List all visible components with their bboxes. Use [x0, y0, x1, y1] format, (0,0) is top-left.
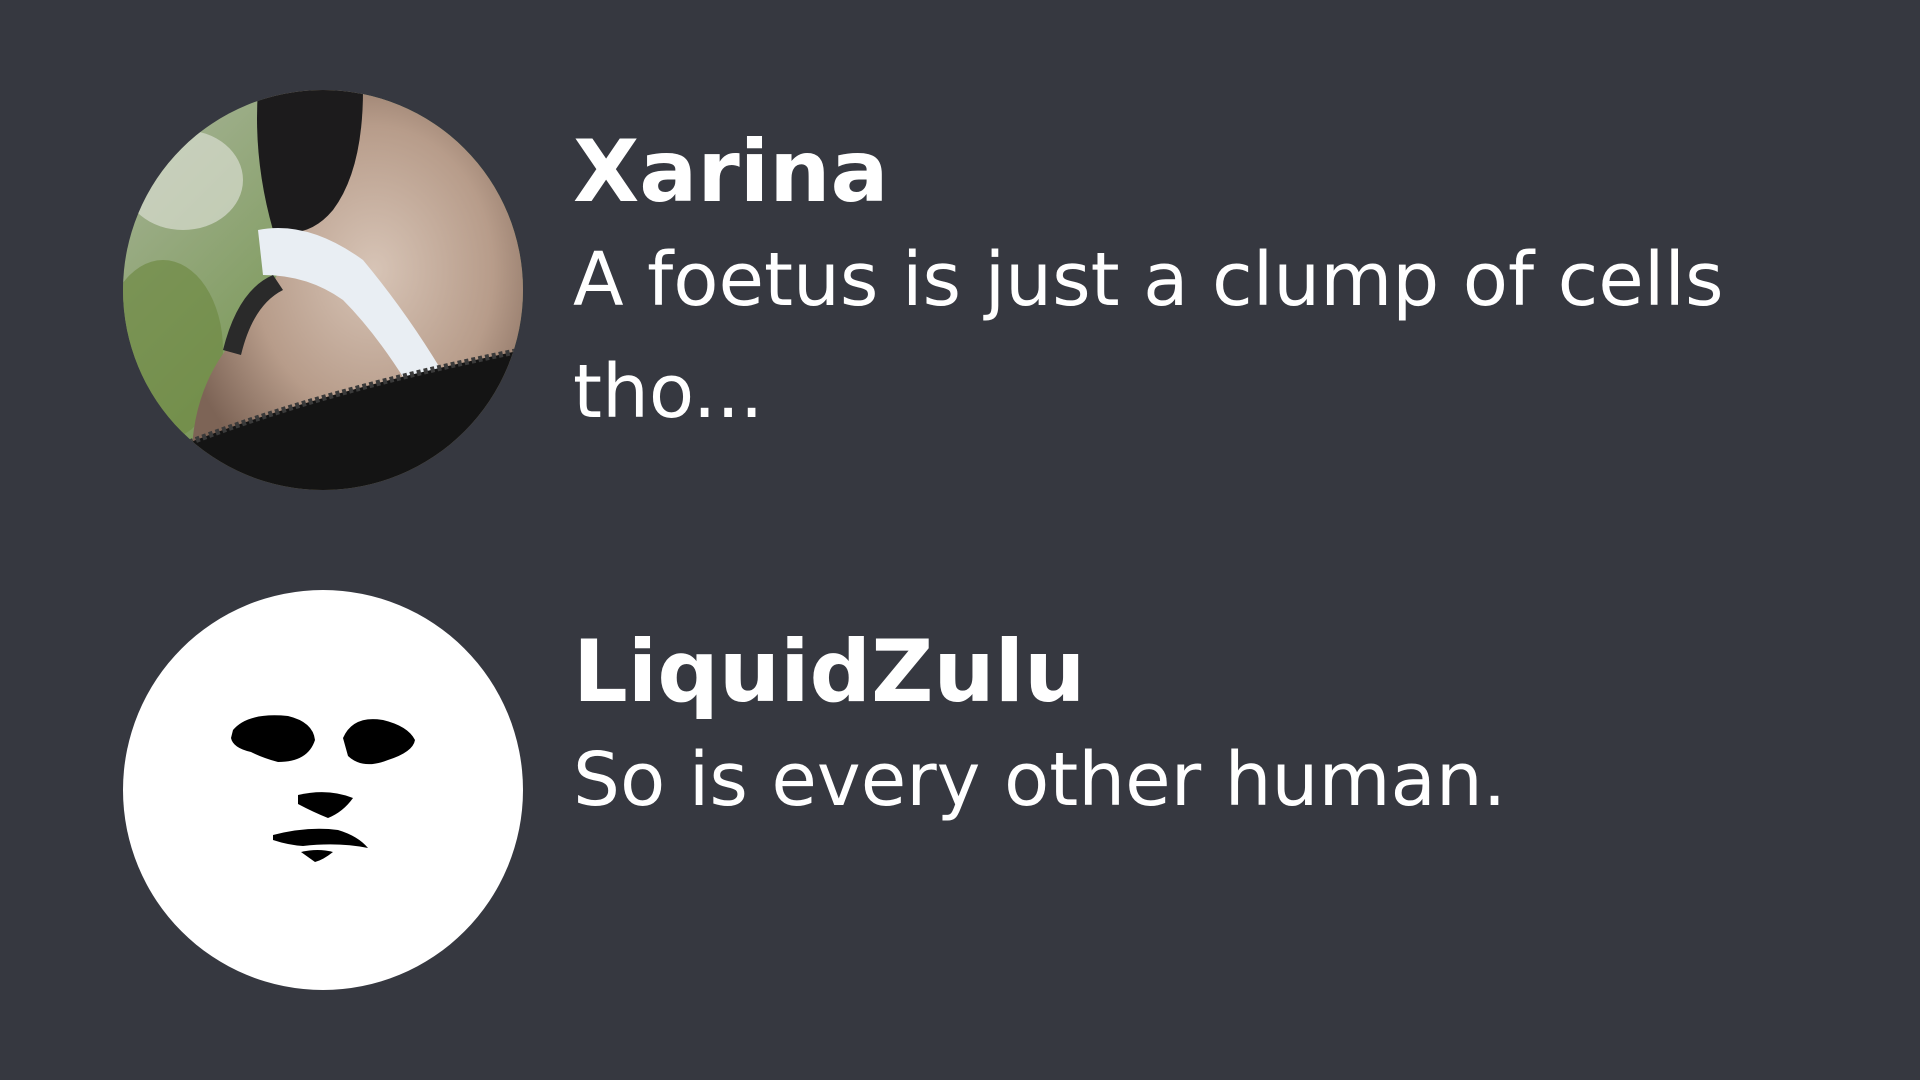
chat-message: Xarina A foetus is just a clump of cells…: [0, 90, 1920, 490]
username[interactable]: LiquidZulu: [573, 620, 1773, 724]
message-text: So is every other human.: [573, 737, 1507, 823]
user-avatar-photo-icon[interactable]: [123, 90, 523, 490]
username[interactable]: Xarina: [573, 120, 1773, 224]
chat-message: LiquidZulu So is every other human.: [0, 590, 1920, 990]
message-text: A foetus is just a clump of cells tho...: [573, 237, 1724, 435]
user-avatar-face-icon[interactable]: [123, 590, 523, 990]
